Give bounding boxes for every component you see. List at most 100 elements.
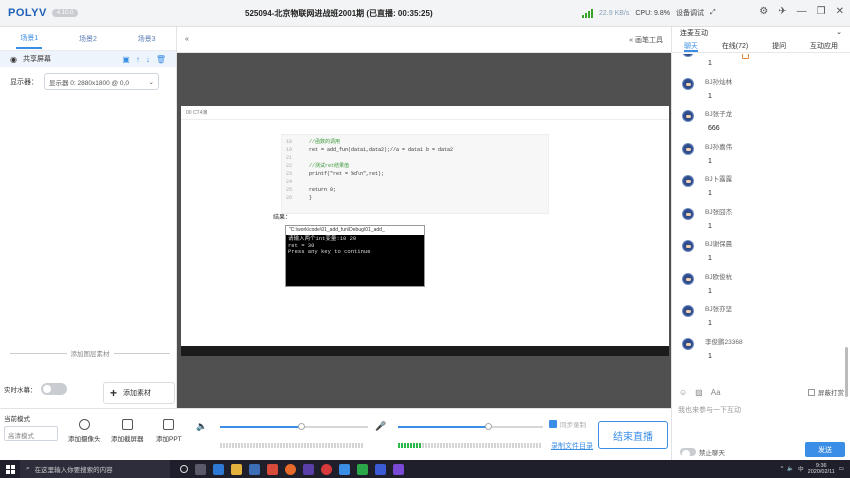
- code-text: printf("ret = %d\n",ret);: [306, 171, 385, 177]
- cortana-icon[interactable]: [180, 465, 188, 473]
- tray-chevron-icon[interactable]: ^: [781, 466, 784, 472]
- app-icon[interactable]: [303, 463, 314, 475]
- meter-segment: [322, 443, 324, 448]
- add-camera-button[interactable]: 添加摄像头: [68, 419, 101, 443]
- expand-icon[interactable]: ⤢: [710, 9, 716, 17]
- avatar[interactable]: [682, 175, 694, 187]
- meter-segment: [470, 443, 472, 448]
- volume-icon[interactable]: 🔈: [787, 466, 794, 472]
- message-text: 1: [708, 352, 712, 360]
- app-icon[interactable]: [393, 463, 404, 475]
- add-screen-button[interactable]: 添加截屏器: [111, 419, 144, 443]
- code-line: 22 //测试ret结果值: [286, 162, 544, 170]
- mode-select[interactable]: 高清模式: [4, 426, 58, 441]
- status-area: 22.9 KB/s CPU: 9.8% 设备调试 ⤢: [582, 8, 716, 18]
- meter-segment: [464, 443, 466, 448]
- cpu-usage: CPU: 9.8%: [635, 9, 670, 17]
- restore-icon[interactable]: ❐: [817, 6, 826, 17]
- tab-interactive-apps[interactable]: 互动应用: [810, 39, 838, 52]
- meter-segment: [253, 443, 255, 448]
- meter-segment: [226, 443, 228, 448]
- settings-icon[interactable]: ⚙: [759, 6, 768, 17]
- store-icon[interactable]: [249, 463, 260, 475]
- avatar[interactable]: [682, 110, 694, 122]
- source-row[interactable]: ◉ 共享屏幕 ▣ ↑ ↓ 🗑: [0, 51, 176, 67]
- add-material-button[interactable]: + 添加素材: [103, 382, 175, 404]
- add-ppt-button[interactable]: 添加PPT: [156, 419, 182, 443]
- speaker-icon[interactable]: 🔈: [196, 421, 207, 432]
- delete-icon[interactable]: 🗑: [156, 55, 166, 64]
- speaker-slider-knob[interactable]: [298, 423, 306, 430]
- font-icon[interactable]: Aa: [711, 388, 721, 397]
- watermark-toggle[interactable]: [40, 383, 67, 395]
- speaker-slider-fill: [220, 426, 302, 428]
- display-select[interactable]: 显示器 0: 2880x1800 @ 0,0 ⌄: [44, 73, 159, 90]
- polyv-icon[interactable]: [339, 463, 350, 475]
- edit-icon[interactable]: ▣: [122, 55, 130, 64]
- edge-icon[interactable]: [213, 463, 224, 475]
- avatar[interactable]: [682, 240, 694, 252]
- message-text: 1: [708, 287, 712, 295]
- task-view-icon[interactable]: [195, 463, 206, 475]
- windows-start-icon[interactable]: [0, 460, 20, 478]
- record-files-link[interactable]: 录制文件目录: [551, 441, 593, 451]
- meter-segment: [268, 443, 270, 448]
- send-button[interactable]: 发送: [805, 442, 845, 457]
- chat-message: BJ张子龙 666: [672, 105, 844, 138]
- tab-scene-2[interactable]: 场景2: [75, 30, 101, 48]
- avatar[interactable]: [682, 272, 694, 285]
- chat-input[interactable]: 我也来参与一下互动: [678, 405, 741, 415]
- taskbar-search-input[interactable]: ⌕ 在这里输入你要搜索的内容: [20, 460, 170, 478]
- forbid-chat-toggle[interactable]: 禁止聊天: [680, 447, 725, 458]
- tab-online[interactable]: 在线(72): [722, 39, 748, 52]
- avatar[interactable]: [682, 305, 694, 317]
- brush-tool-button[interactable]: « 画笔工具: [629, 35, 663, 45]
- message-text: 1: [708, 190, 712, 197]
- tab-chat[interactable]: 聊天: [683, 39, 698, 52]
- move-up-icon[interactable]: ↑: [136, 55, 140, 64]
- camera-icon: [78, 419, 90, 430]
- ime-lang[interactable]: 中: [798, 465, 804, 473]
- app-icon[interactable]: [267, 463, 278, 475]
- tab-questions[interactable]: 提问: [772, 39, 786, 52]
- tab-scene-3[interactable]: 场景3: [134, 30, 160, 48]
- firefox-icon[interactable]: [285, 463, 296, 475]
- microphone-icon[interactable]: 🎤: [375, 421, 386, 432]
- avatar[interactable]: [682, 77, 694, 90]
- app-icon[interactable]: [375, 463, 386, 475]
- clock[interactable]: 9:36 2020/02/11: [808, 463, 835, 475]
- image-icon[interactable]: ▨: [695, 388, 703, 397]
- emoji-icon[interactable]: ☺: [679, 388, 687, 397]
- avatar[interactable]: [682, 54, 694, 57]
- sync-record-checkbox[interactable]: 同步录制: [549, 419, 586, 429]
- notification-icon[interactable]: ▭: [839, 466, 844, 472]
- collapse-button[interactable]: «: [185, 36, 189, 43]
- device-debug-button[interactable]: 设备调试: [676, 8, 704, 18]
- app-logo: POLYV: [8, 7, 47, 19]
- weibo-icon[interactable]: [321, 463, 332, 475]
- tab-scene-1[interactable]: 场景1: [16, 29, 43, 49]
- code-line: 18 //函数的调用: [286, 138, 544, 146]
- file-explorer-icon[interactable]: [231, 463, 242, 475]
- close-icon[interactable]: ✕: [836, 6, 844, 17]
- avatar[interactable]: [682, 142, 694, 155]
- minimize-icon[interactable]: —: [797, 6, 807, 17]
- move-down-icon[interactable]: ↓: [146, 55, 150, 64]
- meter-segment: [295, 443, 297, 448]
- meter-segment: [431, 443, 433, 448]
- chat-message: BJ孙冠博1: [672, 54, 844, 73]
- chevron-down-icon[interactable]: ⌄: [836, 28, 842, 38]
- mic-slider-knob[interactable]: [484, 423, 492, 430]
- chat-message: BJ张囧杰 1: [672, 203, 844, 236]
- avatar[interactable]: [682, 207, 694, 220]
- eye-icon[interactable]: ◉: [10, 55, 17, 64]
- end-live-button[interactable]: 结束直播: [598, 421, 668, 449]
- meter-segment: [280, 443, 282, 448]
- avatar[interactable]: [682, 337, 694, 350]
- forbid-chat-label: 禁止聊天: [699, 450, 725, 457]
- net-speed: 22.9 KB/s: [599, 9, 630, 17]
- block-reward-checkbox[interactable]: 屏蔽打赏: [808, 387, 844, 397]
- app-icon[interactable]: [357, 463, 368, 475]
- pin-icon[interactable]: ✈: [778, 6, 786, 17]
- add-ppt-label: 添加PPT: [156, 436, 182, 443]
